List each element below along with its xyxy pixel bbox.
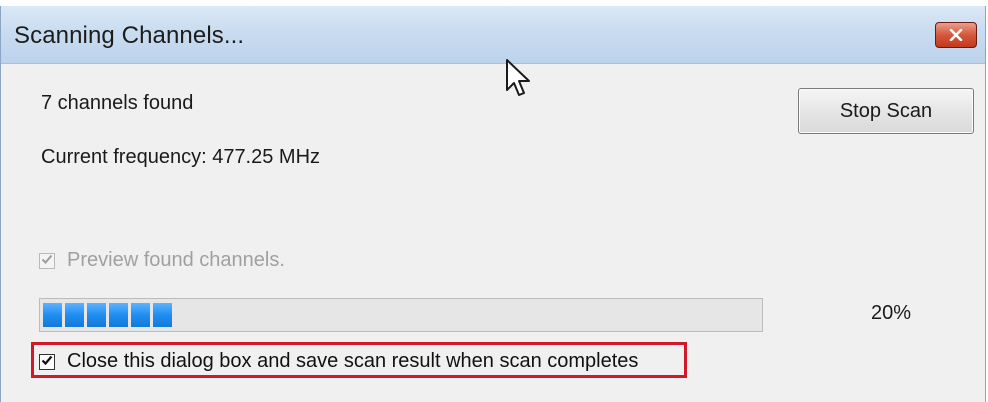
scan-progress-bar bbox=[39, 298, 763, 332]
preview-checkbox-label: Preview found channels. bbox=[67, 249, 285, 271]
preview-checkbox-row: Preview found channels. bbox=[39, 249, 285, 272]
window-title: Scanning Channels... bbox=[14, 22, 245, 49]
screenshot: Scanning Channels... 7 channels found Cu… bbox=[0, 0, 988, 402]
check-icon bbox=[41, 353, 53, 371]
progress-segment bbox=[43, 303, 62, 327]
mouse-pointer-icon bbox=[505, 58, 531, 103]
progress-segment bbox=[65, 303, 84, 327]
progress-percent: 20% bbox=[871, 302, 912, 324]
check-icon bbox=[41, 252, 53, 270]
title-bar[interactable]: Scanning Channels... bbox=[1, 6, 985, 64]
close-icon bbox=[949, 29, 963, 41]
current-frequency-text: Current frequency: 477.25 MHz bbox=[41, 146, 321, 168]
close-on-complete-label[interactable]: Close this dialog box and save scan resu… bbox=[67, 350, 638, 373]
close-button[interactable] bbox=[935, 22, 977, 48]
stop-scan-button[interactable]: Stop Scan bbox=[798, 88, 974, 134]
close-on-complete-row[interactable]: Close this dialog box and save scan resu… bbox=[39, 350, 638, 373]
progress-segment bbox=[109, 303, 128, 327]
preview-checkbox bbox=[39, 252, 55, 270]
progress-segment bbox=[87, 303, 106, 327]
close-on-complete-checkbox[interactable] bbox=[39, 353, 55, 371]
progress-segment bbox=[153, 303, 172, 327]
dialog-body: 7 channels found Current frequency: 477.… bbox=[1, 64, 985, 402]
progress-fill bbox=[43, 303, 186, 327]
channels-found-text: 7 channels found bbox=[41, 92, 194, 114]
progress-segment bbox=[131, 303, 150, 327]
scan-dialog: Scanning Channels... 7 channels found Cu… bbox=[0, 6, 986, 402]
